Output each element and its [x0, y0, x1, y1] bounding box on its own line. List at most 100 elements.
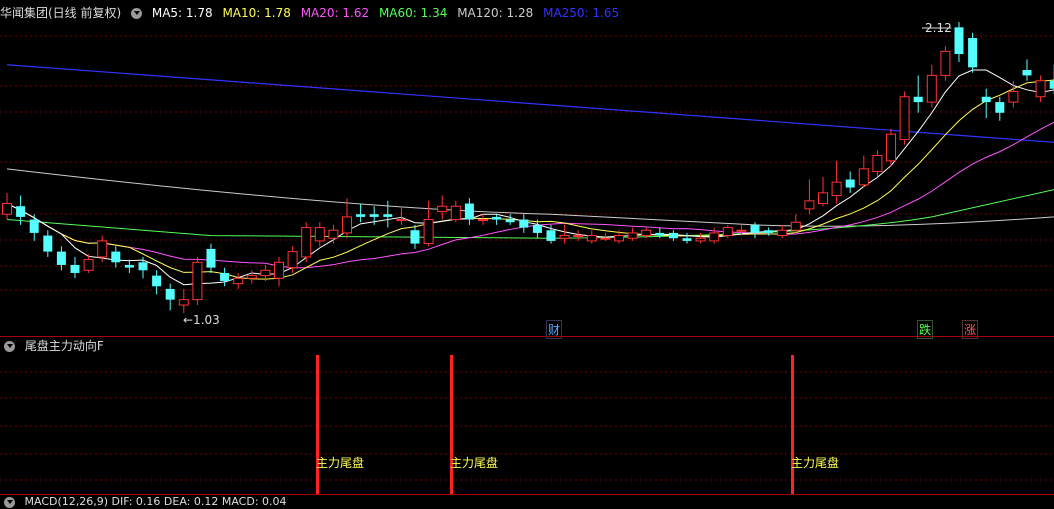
candle-body [342, 216, 352, 234]
candle-body [790, 221, 801, 231]
candle-body [2, 203, 12, 215]
candle-body [954, 27, 964, 55]
candle-body [450, 205, 461, 221]
candle-body [274, 261, 284, 279]
candle-body [165, 288, 175, 300]
ma20-line [6, 121, 1054, 269]
indicator-title: 尾盘主力动向F [24, 339, 104, 353]
candle-body [478, 219, 488, 222]
ma60-line [6, 189, 1054, 239]
macd-header: MACD(12,26,9) DIF: 0.16 DEA: 0.12 MACD: … [0, 495, 293, 508]
event-marker-up[interactable]: 涨 [962, 320, 979, 339]
candle-body [1049, 80, 1054, 89]
candle-body [492, 216, 502, 220]
signal-label: 主力尾盘 [450, 456, 499, 470]
candle-body [995, 102, 1005, 113]
ma10-line [6, 79, 1054, 280]
candle-body [831, 181, 842, 197]
event-marker-down[interactable]: 跌 [917, 320, 934, 339]
candle-body [614, 235, 624, 242]
candle-body [464, 203, 474, 220]
candle-body [423, 219, 434, 245]
candle-body [301, 227, 312, 258]
candle-body [220, 272, 230, 281]
candle-body [410, 230, 420, 244]
candle-body [858, 168, 869, 186]
candle-body [586, 235, 597, 242]
candle-body [1008, 90, 1019, 103]
candle-body [736, 229, 747, 232]
candle-body [641, 229, 652, 237]
candle-body [70, 264, 80, 273]
candle-body [845, 179, 855, 188]
candle-body [532, 224, 542, 233]
candle-body [573, 235, 584, 238]
candle-body [872, 154, 883, 173]
candle-body [328, 229, 339, 239]
candle-body [233, 277, 244, 285]
event-marker-finance[interactable]: 财 [546, 320, 563, 339]
candle-body [682, 238, 692, 241]
high-price-marker: 2.12 [925, 21, 952, 35]
ma5-line [6, 69, 1054, 286]
candle-body [519, 219, 529, 228]
candle-body [981, 96, 991, 103]
candle-body [886, 133, 896, 162]
candle-body [260, 269, 271, 277]
candle-body [818, 192, 828, 205]
signal-label: 主力尾盘 [316, 456, 365, 470]
candle-body [940, 50, 951, 76]
candle-body [695, 237, 706, 242]
candle-body [764, 230, 774, 233]
candle-body [287, 251, 298, 269]
candle-body [559, 235, 570, 239]
candle-body [1035, 80, 1046, 98]
signal-bar [450, 355, 453, 494]
ma250-line [6, 64, 1054, 143]
low-price-marker: ←1.03 [183, 313, 220, 327]
candle-body [750, 224, 760, 233]
candle-body [722, 227, 733, 237]
candle-body [138, 262, 148, 271]
candle-body [97, 240, 108, 258]
candle-body [926, 74, 937, 103]
candle-body [43, 235, 53, 252]
candle-body [56, 251, 66, 265]
candle-body [369, 214, 379, 217]
candle-body [899, 96, 910, 140]
candle-body [627, 232, 638, 239]
candle-body [206, 248, 216, 268]
candle-body [314, 227, 325, 242]
candle-body [29, 219, 39, 233]
signal-bar [791, 355, 794, 494]
candle-body [356, 214, 366, 217]
candle-body [804, 200, 815, 210]
candle-body [192, 261, 203, 301]
candle-body [124, 264, 134, 268]
candle-body [178, 299, 189, 306]
indicator-header: 尾盘主力动向F [0, 337, 110, 355]
candle-body [152, 275, 162, 287]
candle-body [83, 259, 94, 271]
candle-body [600, 237, 611, 240]
candle-body [383, 214, 393, 217]
indicator-options-dropdown-icon[interactable] [4, 341, 15, 352]
candle-body [437, 205, 448, 213]
candle-body [709, 232, 720, 242]
macd-title: MACD(12,26,9) DIF: 0.16 DEA: 0.12 MACD: … [24, 495, 287, 508]
candle-body [913, 96, 923, 103]
signal-label: 主力尾盘 [791, 456, 840, 470]
candle-body [777, 229, 788, 237]
candle-body [968, 38, 978, 68]
candle-body [16, 206, 26, 217]
candle-body [111, 251, 121, 263]
candle-body [1022, 70, 1032, 76]
candle-body [655, 232, 665, 236]
candle-body [396, 219, 407, 222]
signal-bar [316, 355, 319, 494]
candlestick-chart[interactable] [0, 0, 1054, 503]
candle-body [546, 230, 556, 241]
macd-options-dropdown-icon[interactable] [4, 496, 15, 508]
candle-body [668, 232, 678, 239]
candle-body [246, 275, 257, 279]
